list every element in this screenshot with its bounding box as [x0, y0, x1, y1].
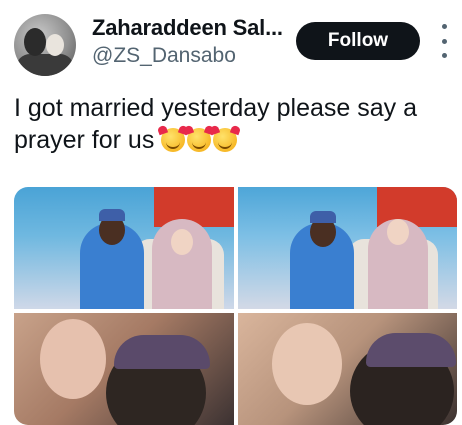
- avatar[interactable]: [14, 14, 76, 76]
- media-grid: [14, 187, 457, 425]
- groom-cap: [366, 333, 456, 367]
- groom-cap: [310, 211, 336, 223]
- wedding-photo-2[interactable]: [238, 187, 457, 309]
- selfie-photo-1[interactable]: [14, 313, 234, 425]
- more-dot: [441, 38, 447, 44]
- more-options-icon[interactable]: [437, 24, 451, 58]
- follow-button[interactable]: Follow: [296, 22, 420, 60]
- tweet-text-line1: I got married yesterday please say a: [14, 94, 417, 122]
- avatar-face-man: [24, 28, 46, 56]
- avatar-figure: [16, 54, 74, 76]
- more-dot: [441, 53, 447, 58]
- selfie-photo-2[interactable]: [238, 313, 457, 425]
- smiling-face-with-hearts-icon: [213, 128, 238, 152]
- bride-head: [387, 219, 409, 245]
- groom-cap: [99, 209, 125, 221]
- bride-face: [40, 319, 106, 399]
- bride-head: [171, 229, 193, 255]
- wedding-photo-1[interactable]: [14, 187, 234, 309]
- avatar-face-child: [46, 34, 64, 56]
- tweet-text: I got married yesterday please say a pra…: [14, 92, 454, 156]
- smiling-face-with-hearts-icon: [187, 128, 212, 152]
- smiling-face-with-hearts-icon: [161, 128, 186, 152]
- display-name[interactable]: Zaharaddeen Sal...: [92, 15, 283, 41]
- tweet-text-line2: prayer for us: [14, 126, 155, 154]
- groom-cap: [114, 335, 210, 369]
- bride-face: [272, 323, 342, 405]
- more-dot: [441, 24, 447, 29]
- user-handle[interactable]: @ZS_Dansabo: [92, 44, 236, 68]
